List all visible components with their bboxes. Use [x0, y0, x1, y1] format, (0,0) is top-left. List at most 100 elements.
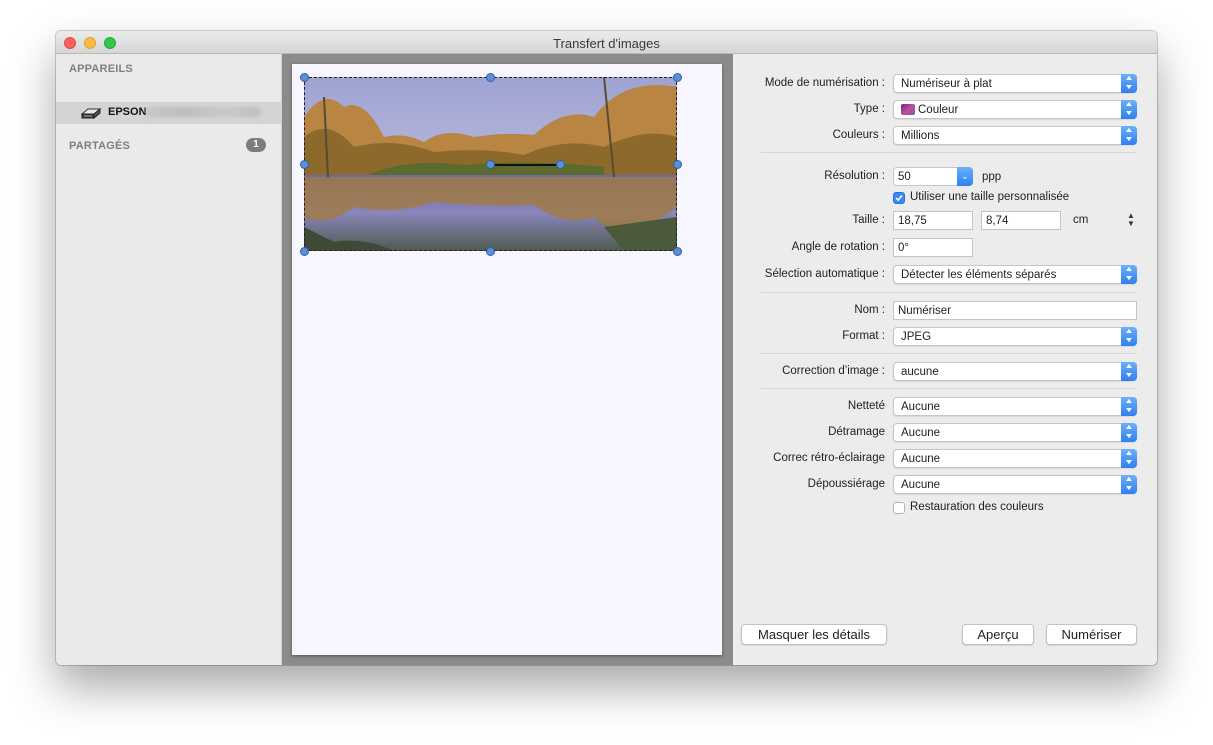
crop-handle-left[interactable]: [300, 160, 309, 169]
separator: [761, 292, 1137, 293]
popup-arrows-icon: ▲ ▼: [1121, 397, 1137, 416]
color-restore-checkbox[interactable]: [893, 502, 905, 514]
custom-size-label: Utiliser une taille personnalisée: [910, 191, 1070, 203]
custom-size-checkbox[interactable]: [893, 192, 905, 204]
settings-panel: Mode de numérisation : Numériseur à plat…: [733, 54, 1157, 665]
scan-preview-area: [282, 54, 733, 665]
row-color-restore: Restauration des couleurs: [733, 500, 1157, 520]
row-auto-select: Sélection automatique : Détecter les élé…: [733, 265, 1157, 285]
preview-button[interactable]: Aperçu: [962, 624, 1034, 645]
row-rotation: Angle de rotation : 0°: [733, 238, 1157, 258]
rotation-handle-center[interactable]: [486, 160, 495, 169]
printer-icon: [80, 107, 102, 120]
sharpness-popup[interactable]: Aucune ▲ ▼: [893, 397, 1137, 416]
size-width-value: 18,75: [898, 215, 927, 227]
separator: [761, 152, 1137, 153]
row-type: Type : Couleur ▲ ▼: [733, 100, 1157, 120]
backlight-label: Correc rétro-éclairage: [773, 452, 885, 464]
row-backlight: Correc rétro-éclairage Aucune ▲ ▼: [733, 449, 1157, 469]
scan-mode-label: Mode de numérisation :: [764, 77, 885, 89]
dust-value: Aucune: [901, 479, 941, 491]
resolution-value: 50: [898, 171, 911, 183]
popup-arrows-icon: ▲ ▼: [1121, 327, 1137, 346]
colors-label: Couleurs :: [832, 129, 885, 141]
rotation-label: Angle de rotation :: [791, 241, 885, 253]
name-label: Nom :: [854, 304, 885, 316]
shared-header: PARTAGÉS: [69, 140, 131, 152]
backlight-value: Aucune: [901, 453, 941, 465]
window-title: Transfert d'images: [553, 36, 660, 51]
format-value: JPEG: [901, 331, 932, 343]
name-field[interactable]: Numériser: [893, 301, 1137, 320]
type-popup[interactable]: Couleur ▲ ▼: [893, 100, 1137, 119]
popup-arrows-icon: ▲ ▼: [1121, 362, 1137, 381]
image-correction-value: aucune: [901, 366, 939, 378]
stepper-icon[interactable]: ▲ ▼: [1127, 212, 1135, 228]
descreening-label: Détramage: [828, 426, 885, 438]
row-dust: Dépoussiérage Aucune ▲ ▼: [733, 475, 1157, 495]
rotation-field[interactable]: 0°: [893, 238, 973, 257]
name-value: Numériser: [898, 305, 952, 317]
scan-button[interactable]: Numériser: [1046, 624, 1137, 645]
descreening-value: Aucune: [901, 427, 941, 439]
auto-select-label: Sélection automatique :: [764, 268, 885, 280]
row-custom-size: Utiliser une taille personnalisée: [733, 190, 1157, 210]
shared-count-badge: 1: [246, 138, 266, 152]
size-label: Taille :: [852, 214, 885, 226]
size-height-field[interactable]: 8,74: [981, 211, 1061, 230]
row-size: Taille : 18,75 8,74 cm ▲ ▼: [733, 211, 1157, 231]
device-name: EPSON: [108, 106, 147, 118]
popup-arrows-icon: ▲ ▼: [1121, 265, 1137, 284]
separator: [761, 353, 1137, 354]
image-correction-popup[interactable]: aucune ▲ ▼: [893, 362, 1137, 381]
type-label: Type :: [853, 103, 885, 115]
crop-handle-bottom-right[interactable]: [673, 247, 682, 256]
resolution-label: Résolution :: [824, 170, 885, 182]
format-popup[interactable]: JPEG ▲ ▼: [893, 327, 1137, 346]
popup-arrows-icon: ▲ ▼: [1121, 475, 1137, 494]
auto-select-popup[interactable]: Détecter les éléments séparés ▲ ▼: [893, 265, 1137, 284]
crop-handle-top-right[interactable]: [673, 73, 682, 82]
scan-paper[interactable]: [292, 64, 722, 655]
sharpness-value: Aucune: [901, 401, 941, 413]
titlebar: Transfert d'images: [56, 31, 1157, 54]
crop-handle-bottom[interactable]: [486, 247, 495, 256]
format-label: Format :: [842, 330, 885, 342]
rotation-line: [491, 164, 561, 166]
size-unit: cm: [1073, 214, 1089, 226]
popup-arrows-icon: ▲ ▼: [1121, 449, 1137, 468]
crop-handle-top-left[interactable]: [300, 73, 309, 82]
devices-header: APPAREILS: [69, 63, 133, 75]
sharpness-label: Netteté: [847, 400, 885, 412]
dust-popup[interactable]: Aucune ▲ ▼: [893, 475, 1137, 494]
row-colors: Couleurs : Millions ▲ ▼: [733, 126, 1157, 146]
row-image-correction: Correction d’image : aucune ▲ ▼: [733, 362, 1157, 382]
popup-arrows-icon: ▲ ▼: [1121, 100, 1137, 119]
colors-popup[interactable]: Millions ▲ ▼: [893, 126, 1137, 145]
scan-mode-popup[interactable]: Numériseur à plat ▲ ▼: [893, 74, 1137, 93]
size-width-field[interactable]: 18,75: [893, 211, 973, 230]
chevron-down-icon: ⌄: [957, 167, 973, 186]
crop-handle-right[interactable]: [673, 160, 682, 169]
row-resolution: Résolution : 50 ⌄ ppp: [733, 167, 1157, 187]
resolution-unit: ppp: [982, 171, 1002, 183]
crop-handle-bottom-left[interactable]: [300, 247, 309, 256]
hide-details-button[interactable]: Masquer les détails: [741, 624, 887, 645]
rotation-value: 0°: [898, 242, 909, 254]
row-scan-mode: Mode de numérisation : Numériseur à plat…: [733, 74, 1157, 94]
row-name: Nom : Numériser: [733, 301, 1157, 321]
descreening-popup[interactable]: Aucune ▲ ▼: [893, 423, 1137, 442]
resolution-combo[interactable]: 50 ⌄: [893, 167, 973, 186]
scan-mode-value: Numériseur à plat: [901, 78, 992, 90]
color-restore-label: Restauration des couleurs: [910, 501, 1044, 513]
popup-arrows-icon: ▲ ▼: [1121, 126, 1137, 145]
checkmark-icon: [895, 195, 903, 202]
rotation-handle[interactable]: [556, 160, 565, 169]
row-format: Format : JPEG ▲ ▼: [733, 327, 1157, 347]
app-window: Transfert d'images APPAREILS EPSON PARTA…: [56, 31, 1157, 665]
backlight-popup[interactable]: Aucune ▲ ▼: [893, 449, 1137, 468]
sidebar-item-epson[interactable]: EPSON: [56, 102, 282, 124]
device-model-redacted: [146, 107, 261, 117]
crop-handle-top[interactable]: [486, 73, 495, 82]
row-descreening: Détramage Aucune ▲ ▼: [733, 423, 1157, 443]
